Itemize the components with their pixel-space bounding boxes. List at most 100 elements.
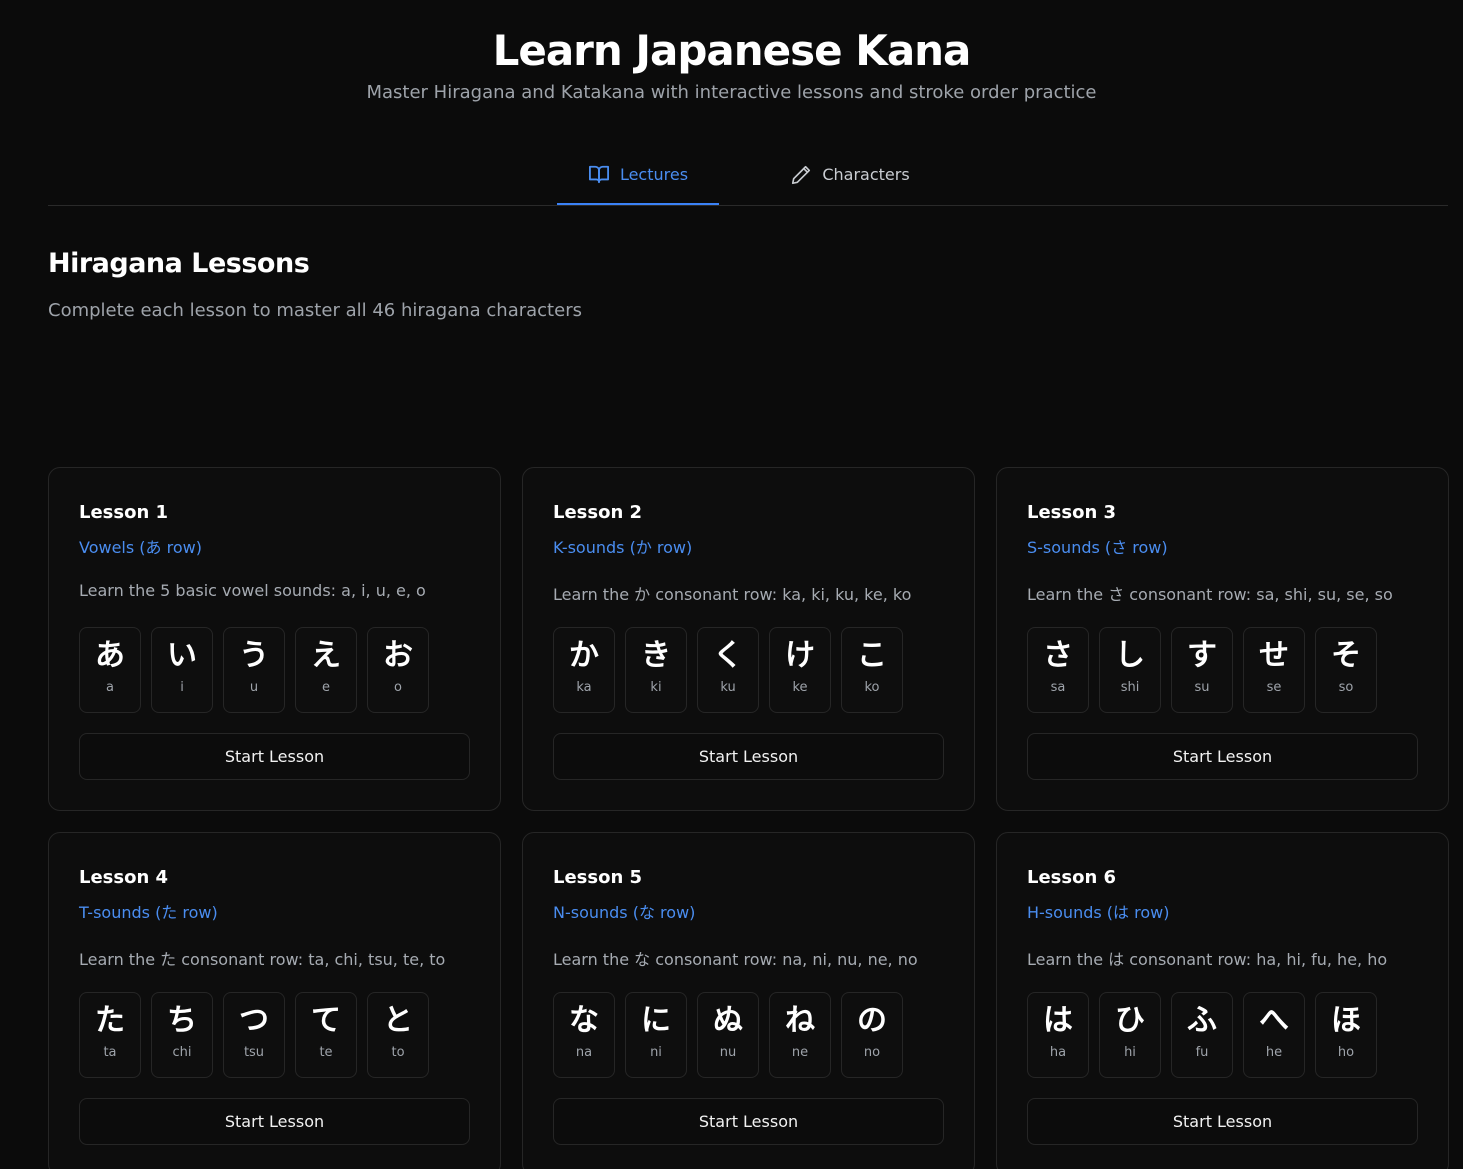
kana-tile[interactable]: き ki — [625, 627, 687, 713]
kana-char: へ — [1259, 1003, 1289, 1038]
kana-tile[interactable]: な na — [553, 992, 615, 1078]
kana-char: さ — [1043, 638, 1073, 673]
kana-romaji: i — [180, 680, 184, 695]
kana-tile[interactable]: ひ hi — [1099, 992, 1161, 1078]
kana-tile[interactable]: は ha — [1027, 992, 1089, 1078]
kana-romaji: tsu — [243, 1045, 265, 1060]
lesson-grid: Lesson 1 Vowels (あ row) Learn the 5 basi… — [48, 467, 1449, 1169]
kana-tile[interactable]: い i — [151, 627, 213, 713]
kana-row: あ a い i う u え e お o — [79, 627, 470, 713]
start-lesson-button[interactable]: Start Lesson — [79, 733, 470, 780]
kana-tile[interactable]: ほ ho — [1315, 992, 1377, 1078]
book-open-icon — [588, 164, 610, 184]
kana-char: ひ — [1115, 1003, 1145, 1038]
lesson-description: Learn the か consonant row: ka, ki, ku, k… — [553, 585, 912, 604]
kana-romaji: fu — [1195, 1045, 1209, 1060]
kana-tile[interactable]: ね ne — [769, 992, 831, 1078]
kana-tile[interactable]: ふ fu — [1171, 992, 1233, 1078]
lesson-description: Learn the さ consonant row: sa, shi, su, … — [1027, 585, 1393, 604]
kana-row: さ sa し shi す su せ se そ so — [1027, 627, 1418, 713]
kana-char: ね — [785, 1003, 815, 1038]
lesson-subtitle: K-sounds (か row) — [553, 538, 693, 557]
lesson-title: Lesson 4 — [79, 867, 169, 888]
lesson-description: Learn the は consonant row: ha, hi, fu, h… — [1027, 950, 1388, 969]
tab-characters[interactable]: Characters — [780, 145, 920, 204]
kana-char: に — [641, 1003, 671, 1038]
lesson-title: Lesson 6 — [1027, 867, 1117, 888]
start-lesson-button[interactable]: Start Lesson — [1027, 733, 1418, 780]
tab-label: Lectures — [619, 164, 689, 184]
lesson-card: Lesson 5 N-sounds (な row) Learn the な co… — [522, 832, 975, 1169]
start-lesson-button[interactable]: Start Lesson — [79, 1098, 470, 1145]
start-lesson-button[interactable]: Start Lesson — [553, 733, 944, 780]
kana-romaji: hi — [1124, 1045, 1136, 1060]
lesson-subtitle: H-sounds (は row) — [1027, 903, 1170, 922]
lesson-description: Learn the な consonant row: na, ni, nu, n… — [553, 950, 918, 969]
app-subtitle: Master Hiragana and Katakana with intera… — [366, 82, 1097, 103]
kana-char: あ — [95, 638, 125, 673]
kana-char: し — [1115, 638, 1145, 673]
kana-romaji: ke — [792, 680, 808, 695]
app-title: Learn Japanese Kana — [492, 26, 972, 75]
kana-tile[interactable]: の no — [841, 992, 903, 1078]
kana-romaji: ha — [1049, 1045, 1067, 1060]
kana-tile[interactable]: こ ko — [841, 627, 903, 713]
kana-romaji: ta — [103, 1045, 117, 1060]
lesson-title: Lesson 5 — [553, 867, 643, 888]
kana-romaji: na — [575, 1045, 593, 1060]
kana-char: い — [167, 638, 197, 673]
kana-tile[interactable]: へ he — [1243, 992, 1305, 1078]
kana-romaji: ki — [650, 680, 662, 695]
kana-tile[interactable]: す su — [1171, 627, 1233, 713]
kana-tile[interactable]: あ a — [79, 627, 141, 713]
kana-char: そ — [1331, 638, 1361, 673]
kana-tile[interactable]: か ka — [553, 627, 615, 713]
lesson-subtitle: N-sounds (な row) — [553, 903, 696, 922]
kana-tile[interactable]: け ke — [769, 627, 831, 713]
lesson-card: Lesson 4 T-sounds (た row) Learn the た co… — [48, 832, 501, 1169]
kana-tile[interactable]: ち chi — [151, 992, 213, 1078]
kana-tile[interactable]: と to — [367, 992, 429, 1078]
kana-tile[interactable]: し shi — [1099, 627, 1161, 713]
kana-char: す — [1187, 638, 1217, 673]
kana-romaji: he — [1265, 1045, 1283, 1060]
kana-romaji: chi — [172, 1045, 192, 1060]
kana-tile[interactable]: そ so — [1315, 627, 1377, 713]
kana-tile[interactable]: う u — [223, 627, 285, 713]
kana-tile[interactable]: ぬ nu — [697, 992, 759, 1078]
kana-char: ち — [167, 1003, 197, 1038]
kana-romaji: shi — [1120, 680, 1140, 695]
lesson-description: Learn the た consonant row: ta, chi, tsu,… — [79, 950, 446, 969]
tab-lectures[interactable]: Lectures — [557, 145, 719, 205]
kana-char: ふ — [1187, 1003, 1217, 1038]
kana-tile[interactable]: て te — [295, 992, 357, 1078]
kana-tile[interactable]: た ta — [79, 992, 141, 1078]
kana-romaji: su — [1194, 680, 1210, 695]
kana-char: お — [383, 638, 413, 673]
kana-char: こ — [857, 638, 887, 673]
kana-tile[interactable]: さ sa — [1027, 627, 1089, 713]
lesson-card: Lesson 2 K-sounds (か row) Learn the か co… — [522, 467, 975, 811]
kana-tile[interactable]: お o — [367, 627, 429, 713]
kana-row: た ta ち chi つ tsu て te と to — [79, 992, 470, 1078]
kana-romaji: o — [394, 680, 402, 695]
start-lesson-button[interactable]: Start Lesson — [553, 1098, 944, 1145]
kana-romaji: ni — [650, 1045, 662, 1060]
start-lesson-button[interactable]: Start Lesson — [1027, 1098, 1418, 1145]
kana-char: き — [641, 638, 671, 673]
kana-tile[interactable]: に ni — [625, 992, 687, 1078]
kana-char: は — [1043, 1003, 1073, 1038]
kana-romaji: ho — [1337, 1045, 1355, 1060]
kana-row: な na に ni ぬ nu ね ne の no — [553, 992, 944, 1078]
kana-char: の — [857, 1003, 887, 1038]
lesson-title: Lesson 2 — [553, 502, 643, 523]
section-subtitle: Complete each lesson to master all 46 hi… — [48, 300, 582, 321]
kana-romaji: ne — [791, 1045, 809, 1060]
kana-row: か ka き ki く ku け ke こ ko — [553, 627, 944, 713]
kana-tile[interactable]: せ se — [1243, 627, 1305, 713]
lesson-card: Lesson 6 H-sounds (は row) Learn the は co… — [996, 832, 1449, 1169]
kana-tile[interactable]: え e — [295, 627, 357, 713]
kana-tile[interactable]: く ku — [697, 627, 759, 713]
kana-tile[interactable]: つ tsu — [223, 992, 285, 1078]
kana-char: と — [383, 1003, 413, 1038]
